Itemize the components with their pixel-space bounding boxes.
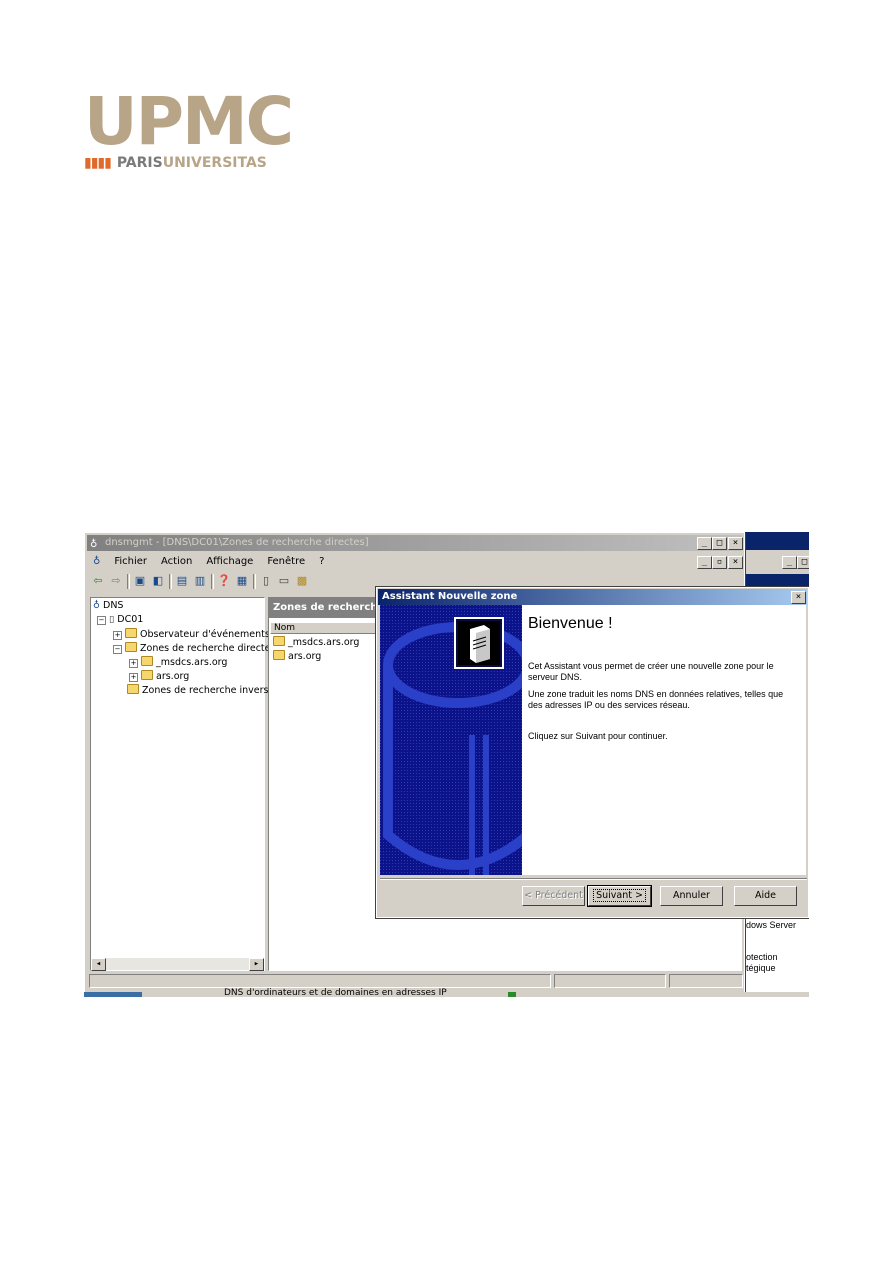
- taskbar-strip: DNS d'ordinateurs et de domaines en adre…: [84, 988, 809, 997]
- expand-icon[interactable]: +: [129, 673, 138, 682]
- bg-text-3: tégique: [746, 963, 776, 973]
- tree-pane: ♁ DNS − ▯ DC01 + Observateur d'événements …: [90, 597, 280, 971]
- mmc-title: dnsmgmt - [DNS\DC01\Zones de recherche d…: [105, 537, 369, 548]
- scroll-left-icon[interactable]: ◂: [91, 958, 106, 971]
- close-button[interactable]: ×: [728, 537, 743, 550]
- tree-reverse-zones[interactable]: Zones de recherche inversée: [127, 684, 280, 697]
- taskbar-text: DNS d'ordinateurs et de domaines en adre…: [224, 988, 447, 997]
- zone-icon: [141, 656, 153, 666]
- minimize-button[interactable]: _: [697, 537, 712, 550]
- menu-fichier[interactable]: Fichier: [114, 556, 147, 567]
- list-item[interactable]: ars.org: [273, 650, 321, 663]
- menu-action[interactable]: Action: [161, 556, 192, 567]
- server-node-icon: ▯: [109, 614, 115, 625]
- back-button[interactable]: < Précédent: [522, 886, 585, 906]
- tree-ars-zone[interactable]: + ars.org: [129, 670, 189, 683]
- properties-icon[interactable]: ▦: [235, 574, 249, 588]
- dns-icon: ♁: [93, 600, 100, 611]
- zone-icon: [141, 670, 153, 680]
- show-tree-icon[interactable]: ◧: [151, 574, 165, 588]
- menu-help[interactable]: ?: [319, 556, 324, 567]
- tree-horizontal-scrollbar[interactable]: ◂ ▸: [91, 958, 264, 971]
- bg-text-2: otection: [746, 952, 778, 962]
- bg-text-1: dows Server: [746, 920, 797, 930]
- tree-forward-zones[interactable]: − Zones de recherche directes: [113, 642, 275, 655]
- logo-subtitle: ▮▮▮▮ PARISUNIVERSITAS: [84, 155, 267, 171]
- child-minimize-button[interactable]: _: [697, 556, 712, 569]
- refresh-icon[interactable]: ▤: [175, 574, 189, 588]
- screenshot: _ □ dows Server otection tégique ♁ dnsmg…: [84, 532, 809, 997]
- child-restore-button[interactable]: ▫: [712, 556, 727, 569]
- scroll-right-icon[interactable]: ▸: [249, 958, 264, 971]
- wizard-paragraph-3: Cliquez sur Suivant pour continuer.: [528, 731, 668, 741]
- console-icon: ♁: [93, 556, 101, 567]
- wizard-paragraph-2: Une zone traduit les noms DNS en données…: [528, 689, 784, 710]
- expand-icon[interactable]: +: [129, 659, 138, 668]
- child-close-button[interactable]: ×: [728, 556, 743, 569]
- wizard-heading: Bienvenue !: [528, 615, 613, 632]
- bg-minimize-button[interactable]: _: [782, 556, 797, 569]
- tree-event-viewer[interactable]: + Observateur d'événements: [113, 628, 270, 641]
- menu-fenetre[interactable]: Fenêtre: [267, 556, 305, 567]
- back-arrow-icon[interactable]: ⇦: [91, 574, 105, 588]
- wizard-titlebar[interactable]: Assistant Nouvelle zone: [378, 589, 807, 605]
- wizard-content: Bienvenue ! Cet Assistant vous permet de…: [454, 605, 806, 875]
- expand-icon[interactable]: +: [113, 631, 122, 640]
- logo-bars: ▮▮▮▮: [84, 155, 112, 171]
- wizard-close-button[interactable]: ×: [791, 591, 806, 604]
- folder-open-icon: [125, 642, 137, 652]
- up-folder-icon[interactable]: ▣: [133, 574, 147, 588]
- folder-icon: [125, 628, 137, 638]
- mmc-titlebar[interactable]: ♁ dnsmgmt - [DNS\DC01\Zones de recherche…: [87, 535, 742, 551]
- cancel-button[interactable]: Annuler: [660, 886, 723, 906]
- collapse-icon[interactable]: −: [113, 645, 122, 654]
- tree-dns[interactable]: ♁ DNS: [93, 600, 123, 612]
- wizard-title: Assistant Nouvelle zone: [382, 591, 518, 602]
- wizard-paragraph-1: Cet Assistant vous permet de créer une n…: [528, 661, 774, 682]
- bg-restore-button[interactable]: □: [797, 556, 809, 569]
- next-button[interactable]: Suivant >: [587, 885, 652, 907]
- logo-paris: PARIS: [116, 155, 163, 171]
- dns-app-icon: ♁: [90, 539, 98, 550]
- help-button[interactable]: Aide: [734, 886, 797, 906]
- collapse-icon[interactable]: −: [97, 616, 106, 625]
- menu-bar: ♁ Fichier Action Affichage Fenêtre?: [87, 554, 742, 570]
- column-name[interactable]: Nom: [270, 622, 380, 634]
- help-icon[interactable]: ❓: [217, 574, 231, 588]
- tree-dc01[interactable]: − ▯ DC01: [97, 614, 143, 626]
- export-list-icon[interactable]: ▥: [193, 574, 207, 588]
- folder-icon: [127, 684, 139, 694]
- logo-wordmark: UPMC: [84, 83, 294, 160]
- logo-universitas: UNIVERSITAS: [162, 155, 267, 171]
- zone-icon: [273, 636, 285, 646]
- zone-icon: [273, 650, 285, 660]
- maximize-button[interactable]: □: [712, 537, 727, 550]
- server-icon: [454, 617, 504, 669]
- wizard-divider: [380, 878, 807, 880]
- list-item[interactable]: _msdcs.ars.org: [273, 636, 359, 649]
- record-icon[interactable]: ▭: [277, 574, 291, 588]
- upmc-logo: UPMC ▮▮▮▮ PARISUNIVERSITAS: [84, 83, 314, 176]
- forward-arrow-icon[interactable]: ⇨: [109, 574, 123, 588]
- server-icon[interactable]: ▯: [259, 574, 273, 588]
- menu-affichage[interactable]: Affichage: [206, 556, 253, 567]
- new-zone-wizard: Assistant Nouvelle zone × Bienvenue ! Ce…: [375, 586, 809, 919]
- zone-icon[interactable]: ▩: [295, 574, 309, 588]
- tree-msdcs-zone[interactable]: + _msdcs.ars.org: [129, 656, 227, 669]
